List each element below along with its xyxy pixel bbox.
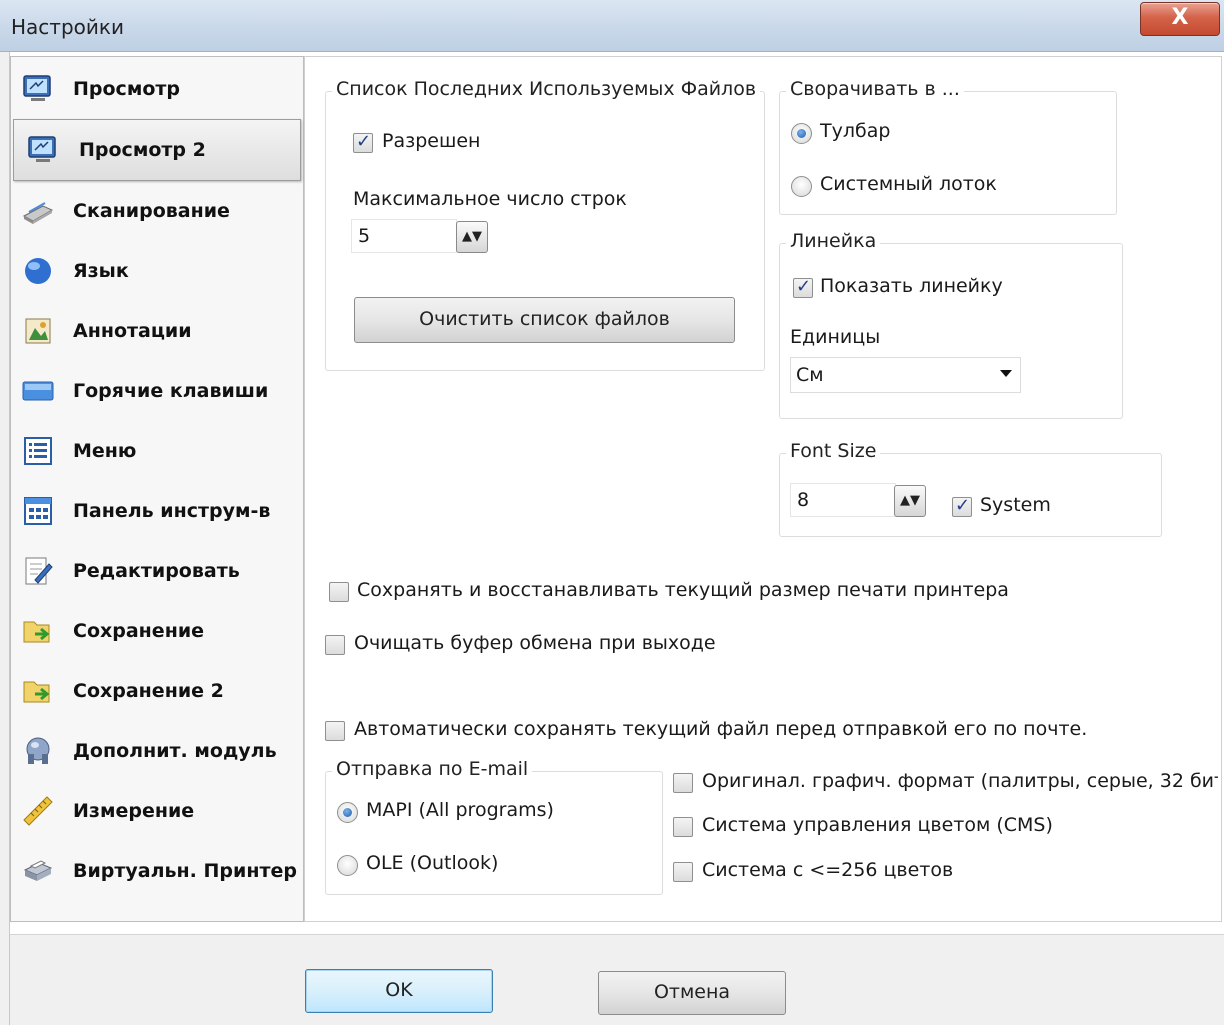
dialog-footer: OK Отмена	[10, 934, 1224, 1025]
font-size-value: 8	[797, 489, 810, 511]
window-frame	[0, 52, 10, 1025]
font-size-input[interactable]: 8	[790, 483, 896, 517]
sidebar-item-label: Сохранение	[73, 620, 205, 642]
sidebar-item-label: Измерение	[73, 800, 195, 822]
original-format-checkbox[interactable]	[673, 773, 693, 793]
cms-checkbox[interactable]	[673, 817, 693, 837]
units-select[interactable]: См	[790, 357, 1021, 393]
autosave-email-checkbox[interactable]	[325, 721, 345, 741]
ole-radio-label: OLE (Outlook)	[366, 852, 499, 874]
group-title: Сворачивать в ...	[786, 78, 964, 100]
cancel-button[interactable]: Отмена	[598, 971, 786, 1015]
sidebar-item-label: Редактировать	[73, 560, 240, 582]
window-title: Настройки	[11, 15, 124, 39]
ole-radio[interactable]	[337, 855, 358, 876]
system-tray-radio[interactable]	[791, 176, 812, 197]
enabled-checkbox[interactable]	[353, 131, 373, 153]
ruler-icon	[23, 796, 53, 826]
max-rows-value: 5	[358, 225, 371, 247]
system-label: System	[980, 494, 1051, 516]
sidebar-item-save-2[interactable]: Сохранение 2	[13, 661, 301, 721]
group-title: Отправка по E-mail	[332, 758, 533, 780]
monitor-icon	[28, 136, 56, 162]
sidebar-item-label: Сканирование	[73, 200, 230, 222]
annotation-icon	[25, 318, 51, 344]
max-rows-label: Максимальное число строк	[353, 188, 627, 210]
autosave-email-label: Автоматически сохранять текущий файл пер…	[354, 718, 1088, 740]
minimize-to-group: Сворачивать в ... Тулбар Системный лоток	[779, 78, 1117, 215]
sidebar-item-label: Горячие клавиши	[73, 380, 269, 402]
chevron-down-icon	[1000, 370, 1012, 377]
sidebar-item-menu[interactable]: Меню	[13, 421, 301, 481]
original-format-label: Оригинал. графич. формат (палитры, серые…	[702, 770, 1218, 792]
sidebar-item-toolbar[interactable]: Панель инструм-в	[13, 481, 301, 541]
toolbar-radio-label: Тулбар	[820, 120, 891, 142]
mapi-radio-label: MAPI (All programs)	[366, 799, 554, 821]
cms-label: Система управления цветом (CMS)	[702, 814, 1053, 836]
sidebar: Просмотр Просмотр 2 Сканирование Язык Ан…	[10, 56, 304, 922]
units-value: См	[796, 364, 824, 386]
colors-256-label: Система с <=256 цветов	[702, 859, 954, 881]
group-title: Список Последних Используемых Файлов	[332, 78, 761, 100]
sidebar-item-save[interactable]: Сохранение	[13, 601, 301, 661]
toolbar-icon	[24, 497, 52, 525]
keyboard-icon	[22, 381, 54, 401]
close-button[interactable]: X	[1140, 2, 1220, 36]
toolbar-radio[interactable]	[791, 123, 812, 144]
show-ruler-label: Показать линейку	[820, 275, 1003, 297]
ok-button[interactable]: OK	[305, 969, 493, 1013]
sidebar-item-language[interactable]: Язык	[13, 241, 301, 301]
mapi-radio[interactable]	[337, 802, 358, 823]
scanner-icon	[22, 202, 54, 224]
monitor-icon	[23, 75, 51, 101]
font-size-spinner[interactable]: ▲▼	[894, 485, 926, 517]
sidebar-item-label: Сохранение 2	[73, 680, 224, 702]
recent-files-group: Список Последних Используемых Файлов Раз…	[325, 78, 765, 371]
sidebar-item-label: Просмотр	[73, 78, 181, 100]
colors-256-checkbox[interactable]	[673, 862, 693, 882]
sidebar-item-scanning[interactable]: Сканирование	[13, 181, 301, 241]
edit-icon	[25, 557, 53, 585]
settings-panel: Список Последних Используемых Файлов Раз…	[304, 56, 1222, 922]
sidebar-item-view-2[interactable]: Просмотр 2	[13, 119, 301, 181]
save-print-size-label: Сохранять и восстанавливать текущий разм…	[357, 579, 1009, 601]
sidebar-item-measure[interactable]: Измерение	[13, 781, 301, 841]
email-group: Отправка по E-mail MAPI (All programs) O…	[325, 758, 663, 895]
save-folder-icon	[23, 681, 50, 703]
max-rows-spinner[interactable]: ▲▼	[456, 221, 488, 253]
system-tray-radio-label: Системный лоток	[820, 173, 997, 195]
units-label: Единицы	[790, 326, 881, 348]
sidebar-item-plugin[interactable]: Дополнит. модуль	[13, 721, 301, 781]
show-ruler-checkbox[interactable]	[793, 276, 813, 298]
sidebar-item-label: Язык	[73, 260, 129, 282]
clear-clipboard-label: Очищать буфер обмена при выходе	[354, 632, 716, 654]
plugin-icon	[26, 737, 50, 764]
sidebar-item-label: Меню	[73, 440, 137, 462]
save-folder-icon	[23, 621, 50, 643]
sidebar-item-annotations[interactable]: Аннотации	[13, 301, 301, 361]
clear-files-button[interactable]: Очистить список файлов	[354, 297, 735, 343]
group-title: Линейка	[786, 230, 881, 252]
max-rows-input[interactable]: 5	[351, 219, 457, 253]
printer-icon	[23, 860, 53, 881]
clear-clipboard-checkbox[interactable]	[325, 635, 345, 655]
system-checkbox[interactable]	[952, 495, 972, 517]
sidebar-item-edit[interactable]: Редактировать	[13, 541, 301, 601]
sidebar-item-label: Дополнит. модуль	[73, 740, 277, 762]
font-size-group: Font Size 8 ▲▼ System	[779, 440, 1162, 537]
save-print-size-checkbox[interactable]	[329, 582, 349, 602]
group-title: Font Size	[786, 440, 881, 462]
globe-icon	[25, 258, 51, 284]
menu-icon	[24, 437, 52, 465]
ruler-group: Линейка Показать линейку Единицы См	[779, 230, 1123, 419]
sidebar-item-label: Панель инструм-в	[73, 500, 271, 522]
sidebar-item-hotkeys[interactable]: Горячие клавиши	[13, 361, 301, 421]
sidebar-item-label: Виртуальн. Принтер	[73, 860, 297, 882]
enabled-label: Разрешен	[382, 130, 481, 152]
sidebar-item-virtual-printer[interactable]: Виртуальн. Принтер	[13, 841, 301, 901]
sidebar-item-view[interactable]: Просмотр	[13, 59, 301, 119]
title-bar: Настройки X	[0, 0, 1224, 52]
sidebar-item-label: Аннотации	[73, 320, 192, 342]
sidebar-item-label: Просмотр 2	[79, 139, 206, 161]
